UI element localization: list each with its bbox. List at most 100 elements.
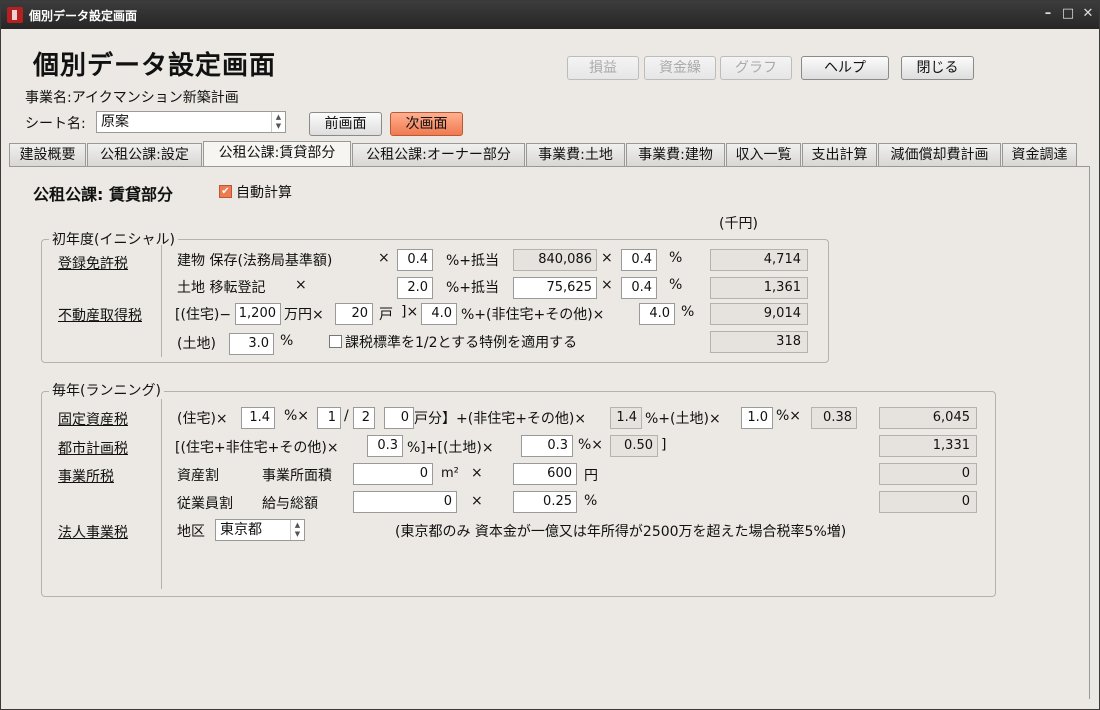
fixed-asset-tax-link[interactable]: 固定資産税 [58,409,128,429]
acq-unit2-label: 戸 [379,307,393,323]
fixed-rate3-input[interactable]: 1.0 [741,407,773,429]
tab-kensetsu-gaiyou[interactable]: 建設概要 [9,143,86,167]
unit-label: (千円) [719,216,758,232]
close-button[interactable]: 閉じる [901,56,974,80]
times-sign: × [471,493,483,509]
section-title: 公租公課: 賃貸部分 [33,185,173,204]
tab-koso-owner[interactable]: 公租公課:オーナー部分 [352,143,525,167]
pct-label: % [669,250,683,266]
fixed-pre-label: (住宅)× [177,411,228,427]
office-asset-result: 0 [879,463,977,485]
tab-shunyu-ichiran[interactable]: 収入一覧 [726,143,801,167]
employee-split-label: 従業員割 [177,496,233,512]
acq-close-label: ]× [401,304,419,320]
pct-plus-label: %+抵当 [446,280,500,296]
tab-divider [9,166,1089,167]
city-pre-label: [(住宅+非住宅+その他)× [175,440,339,456]
acq-rate-input[interactable]: 4.0 [421,303,457,325]
slash-label: / [344,408,349,424]
salary-total-input[interactable]: 0 [353,491,457,513]
fixed-mid3-label: %× [776,408,802,424]
corp-tax-note: (東京都のみ 資本金が一億又は年所得が2500万を超えた場合税率5%増) [395,524,847,540]
tab-koso-chintai[interactable]: 公租公課:賃貸部分 [203,141,351,167]
acquisition-tax-link[interactable]: 不動産取得税 [58,305,142,325]
sqm-unit-label: m² [441,466,459,481]
acq-pre-label: [(住宅)− [175,307,232,323]
land-rate2-input[interactable]: 0.4 [621,277,657,299]
soneki-button[interactable]: 損益 [567,56,639,80]
tab-genka-shokyaku[interactable]: 減価償却費計画 [878,143,1001,167]
acq-rate2-input[interactable]: 4.0 [639,303,675,325]
maximize-icon[interactable]: □ [1059,5,1077,23]
tab-koso-settei[interactable]: 公租公課:設定 [87,143,202,167]
times-sign: × [601,277,613,293]
sheet-select-value: 原案 [101,114,129,130]
pct-label: % [584,493,598,509]
acq-amount-input[interactable]: 1,200 [235,303,281,325]
panel-edge [1089,166,1090,699]
employee-rate-input[interactable]: 0.25 [513,491,577,513]
times-sign: × [295,277,307,293]
project-name: 事業名:アイクマンション新築計画 [25,90,239,106]
corp-tax-link[interactable]: 法人事業税 [58,522,128,542]
close-icon[interactable]: ✕ [1079,5,1097,23]
region-select-value: 東京都 [220,522,262,538]
tab-shishutsu-keisan[interactable]: 支出計算 [802,143,877,167]
tab-jigyohi-tochi[interactable]: 事業費:土地 [526,143,625,167]
spinner-icon[interactable]: ▲ ▼ [271,112,285,132]
yearly-group-title: 毎年(ランニング) [49,380,164,400]
shikinkuri-button[interactable]: 資金繰 [644,56,716,80]
auto-calc-label: 自動計算 [236,185,292,201]
fixed-rate-input[interactable]: 1.4 [241,407,275,429]
sheet-select[interactable]: 原案 ▲ ▼ [96,111,286,133]
pct-label: % [669,277,683,293]
land-label: 土地 移転登記 [177,280,266,296]
building-rate2-input[interactable]: 0.4 [621,249,657,271]
acq-units-input[interactable]: 20 [335,303,373,325]
land-acq-rate-input[interactable]: 3.0 [229,333,274,355]
city-rate2-input[interactable]: 0.3 [521,435,573,457]
fixed-den-input[interactable]: 2 [353,407,375,429]
graph-button[interactable]: グラフ [720,56,792,80]
title-bar: 個別データ設定画面 – □ ✕ [1,1,1099,29]
fixed-num-input[interactable]: 1 [317,407,341,429]
registration-tax-link[interactable]: 登録免許税 [58,253,128,273]
pct-label: % [280,333,294,349]
city-close-label: ] [661,437,667,453]
fixed-units-input[interactable]: 0 [384,407,414,429]
auto-calc-checkbox[interactable]: ✔ [219,185,232,198]
tab-shikin-chotatsu[interactable]: 資金調達 [1002,143,1077,167]
times-sign: × [471,465,483,481]
city-result: 1,331 [879,435,977,457]
pct-label: % [681,304,695,320]
fixed-factor-value: 0.38 [811,407,857,429]
city-rate-input[interactable]: 0.3 [367,435,403,457]
window-title: 個別データ設定画面 [29,9,138,23]
pct-plus-label: %+抵当 [446,253,500,269]
building-rate-input[interactable]: 0.4 [397,249,433,271]
tab-bar: 建設概要 公租公課:設定 公租公課:賃貸部分 公租公課:オーナー部分 事業費:土… [9,141,1093,167]
building-result: 4,714 [710,249,808,271]
next-screen-button[interactable]: 次画面 [390,112,463,136]
minimize-icon[interactable]: – [1039,5,1057,23]
sheet-label: シート名: [25,116,86,132]
office-tax-link[interactable]: 事業所税 [58,466,114,486]
land-acq-label: (土地) [177,336,216,352]
fixed-post-units-label: 戸分】+(非住宅+その他)× [414,411,587,427]
land-rate-input[interactable]: 2.0 [397,277,433,299]
land-base-input[interactable]: 75,625 [513,277,597,299]
spinner-icon[interactable]: ▲ ▼ [290,520,304,540]
city-plan-tax-link[interactable]: 都市計画税 [58,438,128,458]
tab-jigyohi-tatemono[interactable]: 事業費:建物 [626,143,725,167]
building-label: 建物 保存(法務局基準額) [177,253,333,269]
help-button[interactable]: ヘルプ [801,56,889,80]
office-rate-input[interactable]: 600 [513,463,577,485]
office-area-input[interactable]: 0 [353,463,433,485]
region-label: 地区 [177,524,205,540]
times-sign: × [378,250,390,266]
yen-label: 円 [584,468,598,484]
region-select[interactable]: 東京都 ▲ ▼ [215,519,305,541]
special-rule-label: 課税標準を1/2とする特例を適用する [345,335,578,351]
prev-screen-button[interactable]: 前画面 [309,112,382,136]
special-rule-checkbox[interactable] [329,335,342,348]
